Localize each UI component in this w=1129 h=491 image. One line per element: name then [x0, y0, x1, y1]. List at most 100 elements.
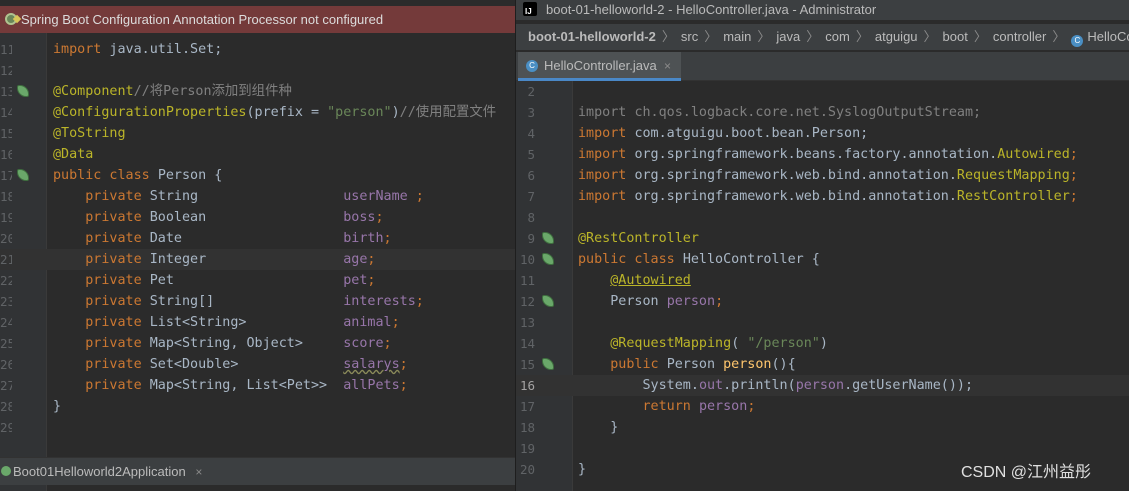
code-token: ; — [399, 378, 408, 393]
code-token: Pet — [149, 273, 344, 288]
run-tool-tab[interactable]: Boot01Helloworld2Application × — [0, 457, 515, 485]
code-line[interactable]: 6 import org.springframework.web.bind.ann… — [516, 165, 1129, 186]
breadcrumb-item[interactable]: src — [681, 24, 698, 50]
code-line[interactable]: 29 — [0, 417, 515, 438]
code-line[interactable]: 14 @RequestMapping( "/person") — [516, 333, 1129, 354]
code-line[interactable]: 19 private Boolean boss; — [0, 207, 515, 228]
code-line[interactable]: 16 System.out.println(person.getUserName… — [516, 375, 1129, 396]
java-class-icon: C — [1071, 35, 1084, 47]
code-line[interactable]: 20 private Date birth; — [0, 228, 515, 249]
code-line[interactable]: 23 private String[] interests; — [0, 291, 515, 312]
code-token: } — [578, 462, 587, 477]
code-token: ; — [399, 357, 408, 372]
code-line[interactable]: 17 public class Person { — [0, 165, 515, 186]
intellij-logo-icon — [521, 0, 539, 22]
line-number: 16 — [0, 147, 12, 162]
line-number: 29 — [0, 420, 12, 435]
code-line[interactable]: 13 — [516, 312, 1129, 333]
code-token: ; — [391, 315, 400, 330]
code-token: Person — [666, 357, 724, 372]
code-line[interactable]: 26 private Set<Double> salarys; — [0, 354, 515, 375]
code-line[interactable]: 22 private Pet pet; — [0, 270, 515, 291]
code-token: ; — [1069, 147, 1078, 162]
breadcrumb-item[interactable]: atguigu — [875, 24, 918, 50]
code-token: //使用配置文件 — [399, 105, 497, 120]
spring-bean-gutter-icon[interactable] — [17, 169, 29, 181]
tab-close-icon[interactable]: × — [664, 52, 671, 80]
code-token: animal — [343, 315, 392, 330]
code-text: Person person; — [578, 291, 723, 312]
annotation-processor-warning-banner[interactable]: Spring Boot Configuration Annotation Pro… — [0, 6, 515, 33]
code-line[interactable]: 11 import java.util.Set; — [0, 39, 515, 60]
code-line[interactable]: 19 — [516, 438, 1129, 459]
code-line[interactable]: 15 public Person person(){ — [516, 354, 1129, 375]
spring-bean-gutter-icon[interactable] — [542, 253, 554, 265]
code-line[interactable]: 18 private String userName ; — [0, 186, 515, 207]
line-number: 15 — [0, 126, 12, 141]
java-class-icon: C — [526, 60, 538, 72]
spring-bean-gutter-icon[interactable] — [542, 232, 554, 244]
spring-bean-gutter-icon[interactable] — [542, 295, 554, 307]
code-line[interactable]: 14 @ConfigurationProperties(prefix = "per… — [0, 102, 515, 123]
code-line[interactable]: 10 public class HelloController { — [516, 249, 1129, 270]
breadcrumb-item[interactable]: boot-01-helloworld-2 — [528, 24, 656, 50]
code-line[interactable]: 16 @Data — [0, 144, 515, 165]
line-number: 12 — [0, 63, 12, 78]
tab-hellocontroller-java[interactable]: C HelloController.java × — [518, 52, 681, 81]
breadcrumb-item[interactable]: CHelloController — [1071, 24, 1129, 50]
code-text: @ToString — [53, 123, 126, 144]
code-line[interactable]: 13 @Component//将Person添加到组件种 — [0, 81, 515, 102]
line-number: 22 — [0, 273, 12, 288]
code-text: private Set<Double> salarys; — [53, 354, 408, 375]
code-line[interactable]: 28} — [0, 396, 515, 417]
code-token: (){ — [771, 357, 796, 372]
code-line[interactable]: 21 private Integer age; — [0, 249, 515, 270]
code-line[interactable]: 4 import com.atguigu.boot.bean.Person; — [516, 123, 1129, 144]
code-line[interactable]: 5 import org.springframework.beans.factor… — [516, 144, 1129, 165]
run-tab-close-icon[interactable]: × — [195, 465, 202, 479]
code-token: ; — [367, 273, 376, 288]
code-line[interactable]: 9 @RestController — [516, 228, 1129, 249]
code-text: @Data — [53, 144, 93, 165]
code-text: public class HelloController { — [578, 249, 820, 270]
breadcrumb-label: controller — [992, 29, 1047, 44]
code-token: ; — [415, 294, 424, 309]
code-token: ; — [1069, 168, 1078, 183]
code-line[interactable]: 11 @Autowired — [516, 270, 1129, 291]
code-text: return person; — [578, 396, 756, 417]
code-line[interactable]: 2 — [516, 81, 1129, 102]
breadcrumb-separator-icon: 〉 — [757, 29, 771, 44]
line-number: 11 — [520, 273, 535, 288]
code-line[interactable]: 27 private Map<String, List<Pet>> allPet… — [0, 375, 515, 396]
code-token: } — [578, 420, 619, 435]
breadcrumb-item[interactable]: boot — [943, 24, 968, 50]
breadcrumb-item[interactable]: java — [776, 24, 800, 50]
code-token: private — [53, 273, 150, 288]
code-token: System. — [578, 378, 699, 393]
code-token: private — [53, 357, 150, 372]
breadcrumb-item[interactable]: main — [723, 24, 751, 50]
code-line[interactable]: 17 return person; — [516, 396, 1129, 417]
code-token: } — [53, 399, 62, 414]
line-number: 11 — [0, 42, 12, 57]
breadcrumb-label: boot — [942, 29, 968, 44]
code-line[interactable]: 24 private List<String> animal; — [0, 312, 515, 333]
code-line[interactable]: 18 } — [516, 417, 1129, 438]
breadcrumb-item[interactable]: controller — [993, 24, 1046, 50]
line-number: 13 — [0, 84, 12, 99]
code-line[interactable]: 12 Person person; — [516, 291, 1129, 312]
code-line[interactable]: 15 @ToString — [0, 123, 515, 144]
code-line[interactable]: 3 import ch.qos.logback.core.net.SyslogOu… — [516, 102, 1129, 123]
code-token: String — [149, 189, 344, 204]
code-line[interactable]: 25 private Map<String, Object> score; — [0, 333, 515, 354]
line-number: 14 — [0, 105, 12, 120]
line-number: 27 — [0, 378, 12, 393]
spring-bean-gutter-icon[interactable] — [17, 85, 29, 97]
code-line[interactable]: 7 import org.springframework.web.bind.ann… — [516, 186, 1129, 207]
breadcrumb-item[interactable]: com — [825, 24, 850, 50]
code-line[interactable]: 12 — [0, 60, 515, 81]
spring-bean-gutter-icon[interactable] — [542, 358, 554, 370]
code-line[interactable]: 8 — [516, 207, 1129, 228]
line-number: 20 — [520, 462, 535, 477]
